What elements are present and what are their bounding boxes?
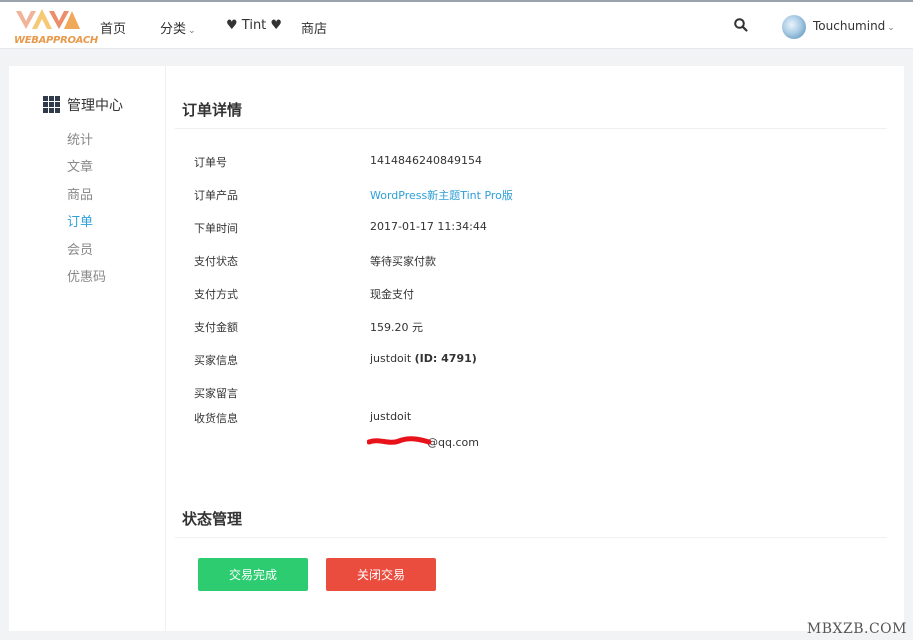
nav-tint[interactable]: ♥ Tint ♥: [226, 18, 282, 33]
nav-home[interactable]: 首页: [100, 18, 126, 37]
buyer-info-label: 买家信息: [194, 354, 238, 367]
nav-categories-label: 分类: [160, 22, 187, 37]
order-number-label: 订单号: [194, 156, 227, 169]
buyer-name: justdoit: [370, 352, 412, 365]
shipping-info-label: 收货信息: [194, 412, 238, 425]
sidebar-item-stats[interactable]: 统计: [67, 129, 93, 148]
avatar[interactable]: [782, 15, 806, 39]
watermark: MBXZB.COM: [806, 621, 907, 637]
order-details-title: 订单详情: [182, 101, 243, 119]
dashboard-card: 管理中心 统计 文章 商品 订单 会员 优惠码 订单详情 订单号 1414846…: [9, 66, 904, 631]
chevron-down-icon: ⌄: [887, 23, 895, 33]
redaction-mark: [367, 436, 431, 445]
grid-icon: [43, 96, 60, 113]
sidebar-item-coupons[interactable]: 优惠码: [67, 266, 106, 285]
payment-status-label: 支付状态: [194, 255, 238, 268]
payment-amount-label: 支付金额: [194, 321, 238, 334]
status-management-title: 状态管理: [182, 510, 243, 528]
divider: [175, 537, 887, 538]
user-menu[interactable]: Touchumind ⌄: [813, 19, 895, 33]
complete-transaction-button[interactable]: 交易完成: [198, 558, 308, 591]
site-header: WEBAPPROACH 首页 分类 ⌄ ♥ Tint ♥ 商店 Touchumin…: [0, 2, 913, 49]
payment-method-value: 现金支付: [370, 288, 414, 301]
order-product-label: 订单产品: [194, 189, 238, 202]
payment-status-value: 等待买家付款: [370, 255, 436, 268]
buyer-info-value: justdoit (ID: 4791): [370, 352, 477, 365]
sidebar-item-members[interactable]: 会员: [67, 239, 93, 258]
order-time-label: 下单时间: [194, 222, 238, 235]
logo-text: WEBAPPROACH: [14, 35, 98, 46]
user-name: Touchumind: [813, 19, 886, 33]
nav-shop[interactable]: 商店: [301, 18, 327, 37]
site-logo[interactable]: WEBAPPROACH: [14, 5, 98, 49]
payment-method-label: 支付方式: [194, 288, 238, 301]
close-transaction-button[interactable]: 关闭交易: [326, 558, 436, 591]
shipping-email-value: @qq.com: [427, 436, 479, 449]
shipping-email: @qq.com: [367, 436, 490, 450]
chevron-down-icon: ⌄: [188, 26, 196, 36]
shipping-name-value: justdoit: [370, 410, 412, 423]
order-product-link[interactable]: WordPress新主题Tint Pro版: [370, 187, 513, 203]
sidebar: 管理中心 统计 文章 商品 订单 会员 优惠码: [9, 66, 166, 631]
order-time-value: 2017-01-17 11:34:44: [370, 220, 487, 233]
payment-amount-value: 159.20 元: [370, 321, 423, 334]
nav-categories[interactable]: 分类 ⌄: [160, 18, 196, 37]
order-number-value: 1414846240849154: [370, 154, 482, 167]
sidebar-item-posts[interactable]: 文章: [67, 156, 93, 175]
buyer-message-label: 买家留言: [194, 387, 238, 400]
sidebar-title: 管理中心: [67, 98, 123, 114]
buyer-id: (ID: 4791): [414, 352, 477, 365]
sidebar-item-products[interactable]: 商品: [67, 184, 93, 203]
divider: [175, 128, 887, 129]
logo-mark-icon: [16, 9, 80, 29]
search-icon[interactable]: [733, 17, 749, 33]
sidebar-item-orders[interactable]: 订单: [67, 211, 93, 230]
